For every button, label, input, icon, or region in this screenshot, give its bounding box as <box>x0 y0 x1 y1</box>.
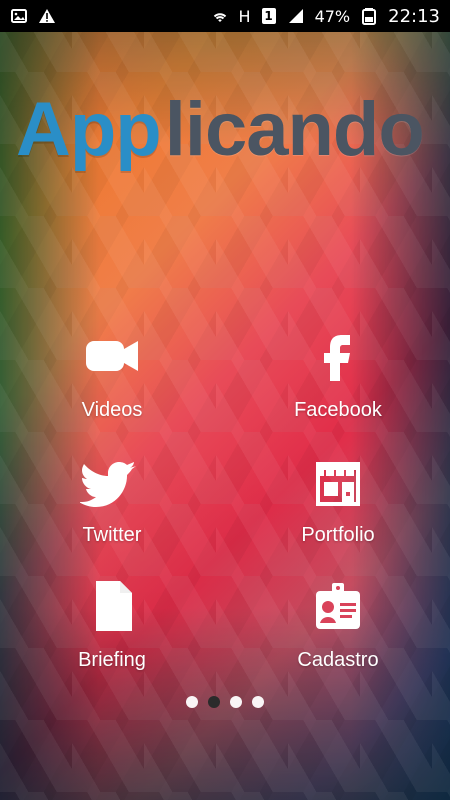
menu-item-label: Portfolio <box>301 524 375 546</box>
page-dot-1[interactable] <box>186 696 198 708</box>
storefront-icon <box>306 448 370 512</box>
page-indicator <box>0 692 450 712</box>
battery-percentage: 47% <box>314 6 351 26</box>
sim-badge-icon: 1 <box>261 7 277 25</box>
document-icon <box>80 573 144 637</box>
id-card-icon <box>306 573 370 637</box>
sim-badge-number: 1 <box>264 8 273 23</box>
logo-text-licando: licando <box>164 87 425 172</box>
battery-icon <box>360 7 378 25</box>
logo-text-app: App <box>16 87 162 172</box>
menu-item-cadastro[interactable]: Cadastro <box>263 565 413 675</box>
image-notification-icon <box>10 7 28 25</box>
clock: 22:13 <box>388 5 440 27</box>
app-logo: App licando <box>16 88 436 168</box>
warning-icon <box>38 7 56 25</box>
page-dot-4[interactable] <box>252 696 264 708</box>
menu-item-label: Cadastro <box>297 649 379 671</box>
twitter-bird-icon <box>80 448 144 512</box>
main-menu-grid: Videos Facebook Twitter Portfolio Briefi… <box>0 315 450 685</box>
menu-item-briefing[interactable]: Briefing <box>37 565 187 675</box>
wifi-icon <box>211 7 229 25</box>
status-bar: H 1 47% 22:13 <box>0 0 450 32</box>
page-dot-2[interactable] <box>208 696 220 708</box>
network-type-indicator: H <box>238 6 251 26</box>
menu-item-label: Briefing <box>78 649 146 671</box>
signal-icon <box>287 7 305 25</box>
menu-item-twitter[interactable]: Twitter <box>37 440 187 550</box>
menu-item-label: Videos <box>81 399 143 421</box>
status-bar-left <box>10 7 56 25</box>
menu-item-label: Twitter <box>82 524 142 546</box>
video-camera-icon <box>80 323 144 387</box>
status-bar-right: H 1 47% 22:13 <box>211 6 440 27</box>
menu-item-label: Facebook <box>294 399 382 421</box>
page-dot-3[interactable] <box>230 696 242 708</box>
menu-item-videos[interactable]: Videos <box>37 315 187 425</box>
facebook-icon <box>306 323 370 387</box>
menu-item-facebook[interactable]: Facebook <box>263 315 413 425</box>
menu-item-portfolio[interactable]: Portfolio <box>263 440 413 550</box>
